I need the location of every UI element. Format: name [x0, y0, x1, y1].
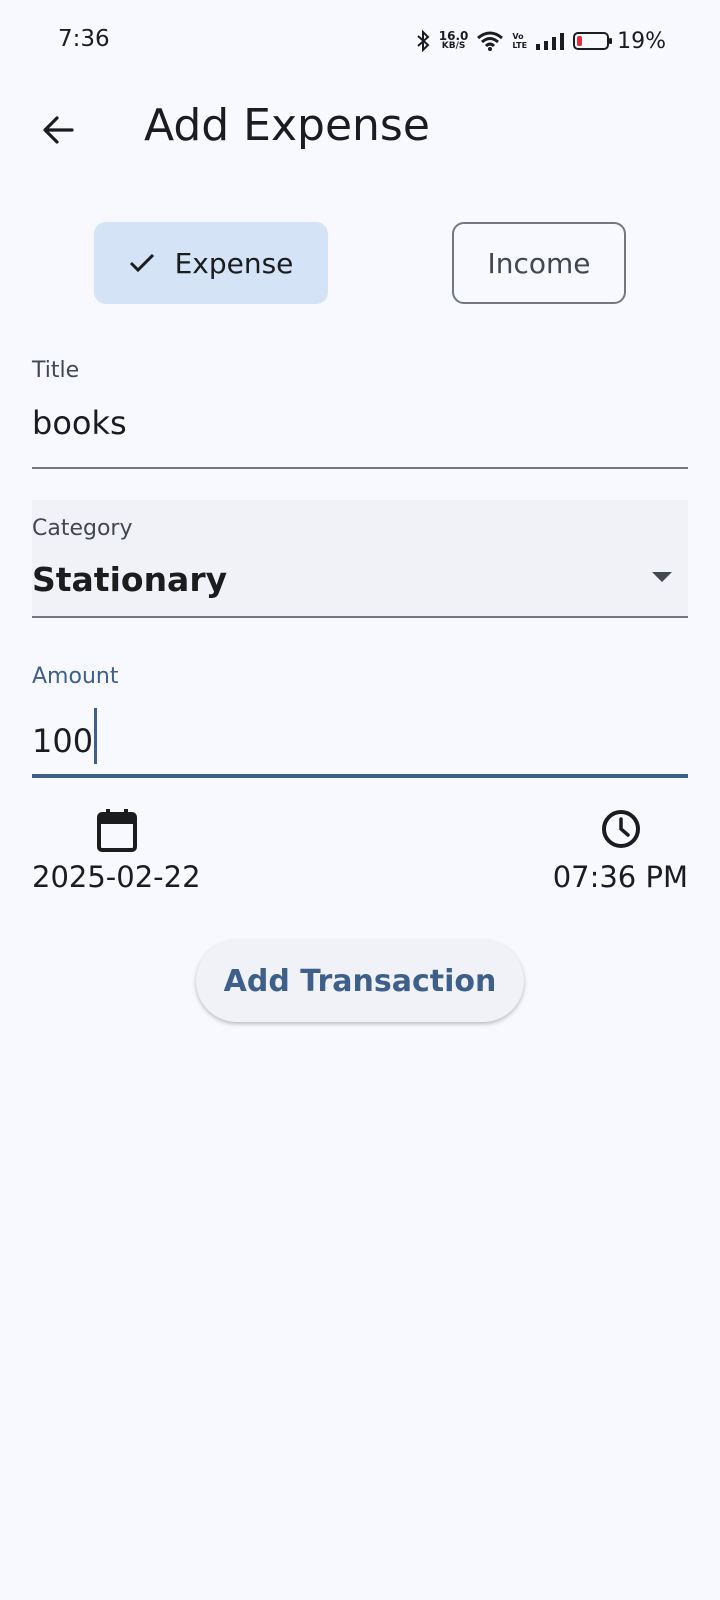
battery-level [577, 36, 583, 46]
title-field-label: Title [32, 358, 80, 383]
signal-icon [536, 33, 565, 50]
app-bar: Add Expense [0, 84, 720, 174]
text-cursor [94, 708, 98, 764]
category-underline [32, 616, 688, 618]
wifi-icon [477, 31, 504, 51]
status-time: 7:36 [58, 26, 110, 52]
back-button[interactable] [34, 106, 82, 154]
status-bar: 7:36 16.0 KB/S Vo LTE 19% [0, 0, 720, 84]
clock-icon[interactable] [600, 808, 642, 850]
arrow-left-icon [43, 116, 74, 144]
amount-field[interactable]: Amount 100 [32, 660, 688, 778]
time-value: 07:36 PM [552, 860, 688, 894]
title-field-value[interactable]: books [32, 404, 127, 442]
calendar-icon[interactable] [96, 808, 138, 852]
title-field-underline [32, 467, 688, 469]
date-value: 2025-02-22 [32, 860, 201, 894]
title-field[interactable]: Title books [32, 350, 688, 470]
expense-toggle-button[interactable]: Expense [94, 222, 328, 304]
amount-field-label: Amount [32, 664, 119, 689]
category-label: Category [32, 516, 133, 541]
time-picker[interactable]: 07:36 PM [538, 808, 688, 898]
income-label: Income [487, 246, 591, 280]
add-transaction-label: Add Transaction [223, 963, 497, 999]
volte-indicator: Vo LTE [512, 32, 528, 50]
amount-field-underline [32, 774, 688, 778]
battery-icon [573, 32, 613, 50]
dropdown-arrow-icon[interactable] [652, 572, 672, 582]
amount-text: 100 [32, 722, 94, 760]
expense-label: Expense [174, 246, 294, 280]
page-title: Add Expense [144, 100, 430, 151]
income-toggle-button[interactable]: Income [452, 222, 626, 304]
amount-field-value[interactable]: 100 [32, 708, 98, 764]
net-speed: 16.0 KB/S [438, 29, 469, 51]
check-icon [129, 253, 154, 273]
add-transaction-button[interactable]: Add Transaction [196, 940, 524, 1022]
category-dropdown[interactable]: Category Stationary [32, 500, 688, 618]
battery-percent: 19% [617, 28, 666, 54]
bluetooth-icon [417, 29, 430, 53]
category-value: Stationary [32, 560, 228, 599]
status-icons: 16.0 KB/S Vo LTE 19% [415, 26, 666, 56]
